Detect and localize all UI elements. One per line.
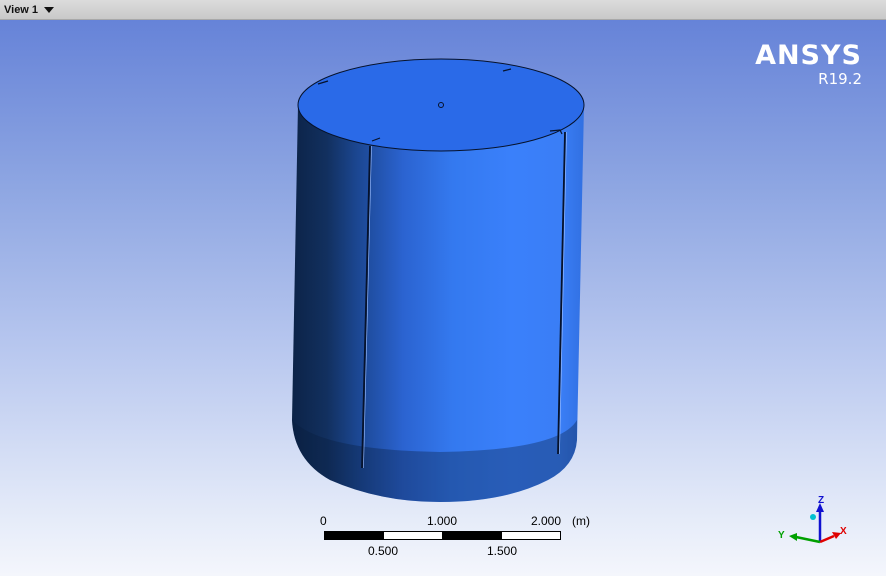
x-axis-label: X: [840, 526, 847, 537]
scale-segment: [324, 531, 384, 540]
scale-label-1500: 1.500: [487, 544, 518, 558]
view-titlebar: View 1: [0, 0, 886, 20]
scale-label-0: 0: [320, 514, 327, 528]
view-title: View 1: [4, 4, 39, 16]
cylinder-top-face: [297, 58, 585, 152]
graphics-window: View 1 ANSYS R19.2 0 1.000 2.000 (m) 0.5…: [0, 0, 886, 576]
graphics-viewport[interactable]: ANSYS R19.2 0 1.000 2.000 (m) 0.500 1.50…: [0, 20, 886, 576]
axis-triad[interactable]: Z X Y: [770, 490, 850, 560]
z-axis-label: Z: [818, 495, 825, 506]
axis-triad-icon: [789, 503, 841, 544]
y-axis-label: Y: [778, 530, 785, 541]
view-selector[interactable]: View 1: [4, 2, 55, 18]
scale-bar: 0 1.000 2.000 (m) 0.500 1.500: [310, 512, 600, 562]
scale-label-2000: 2.000: [531, 514, 562, 528]
scale-segment: [383, 531, 443, 540]
scale-unit: (m): [572, 514, 590, 528]
scale-segment: [442, 531, 502, 540]
scale-label-1000: 1.000: [427, 514, 458, 528]
scale-segment: [501, 531, 561, 540]
cylinder-model[interactable]: [0, 20, 886, 576]
caret-down-icon[interactable]: [44, 7, 55, 13]
scale-label-0500: 0.500: [368, 544, 399, 558]
